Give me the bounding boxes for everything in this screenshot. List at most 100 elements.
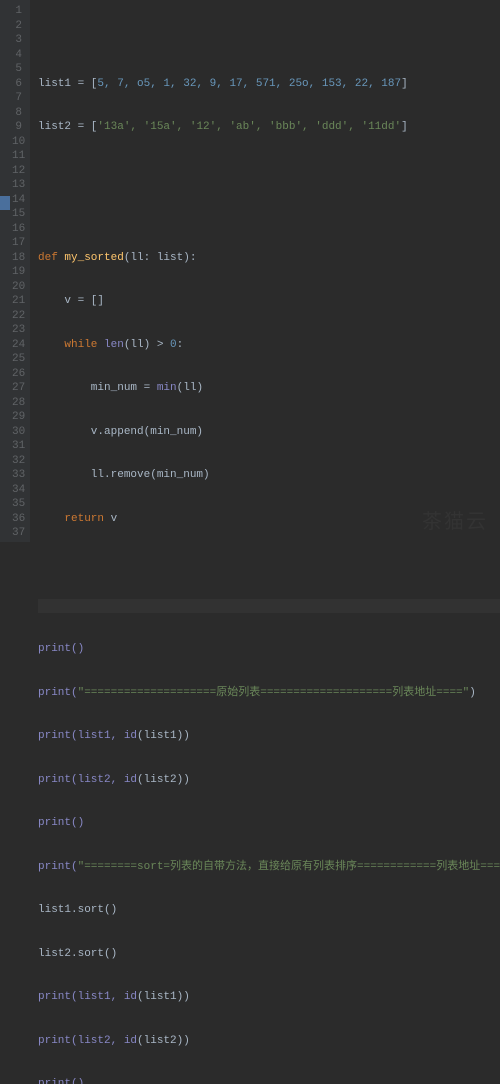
code-line[interactable]: v.append(min_num) [38,425,500,440]
line-number: 33 [12,468,22,483]
line-number: 36 [12,512,22,527]
code-token: def [38,252,64,264]
code-token: id [124,730,137,742]
code-token: list1 = [ [38,78,97,90]
line-number: 9 [12,120,22,135]
code-token: return [38,513,111,525]
code-line[interactable]: print() [38,816,500,831]
code-token: print( [38,687,78,699]
code-token: list1.sort() [38,904,117,916]
code-token: (list2)) [137,774,190,786]
code-token: 0 [170,339,177,351]
code-token: (list1)) [137,730,190,742]
line-number: 24 [12,338,22,353]
line-number: 16 [12,222,22,237]
code-token: min [157,382,177,394]
code-line[interactable]: print(list2, id(list2)) [38,773,500,788]
code-line[interactable] [38,33,500,48]
line-number-gutter: 1 2 3 4 5 6 7 8 9 10 11 12 13 14 15 16 1… [0,0,30,542]
code-token: (ll) [177,382,203,394]
code-line[interactable]: v = [] [38,294,500,309]
code-line[interactable]: list2 = ['13a', '15a', '12', 'ab', 'bbb'… [38,120,500,135]
line-number: 3 [12,33,22,48]
code-token: (list1)) [137,991,190,1003]
line-number: 10 [12,135,22,150]
code-token: v [111,513,118,525]
code-token: print() [38,817,84,829]
code-line[interactable]: print() [38,1077,500,1084]
line-number: 31 [12,439,22,454]
line-number: 35 [12,497,22,512]
code-line[interactable]: while len(ll) > 0: [38,338,500,353]
code-line[interactable]: print() [38,642,500,657]
code-token: print( [38,861,78,873]
code-token: v.append(min_num) [38,426,203,438]
code-token: (ll: list): [124,252,197,264]
line-number: 21 [12,294,22,309]
code-token: print() [38,1078,84,1084]
code-token: "========sort=列表的自带方法，直接给原有列表排序=========… [78,861,500,873]
code-line[interactable]: list2.sort() [38,947,500,962]
line-number: 23 [12,323,22,338]
line-number: 15 [12,207,22,222]
breakpoint-strip[interactable] [0,196,10,210]
line-number: 17 [12,236,22,251]
code-line[interactable]: print("====================原始列表=========… [38,686,500,701]
code-token: ] [401,78,408,90]
code-line[interactable] [38,599,500,614]
code-line[interactable]: list1 = [5, 7, o5, 1, 32, 9, 17, 571, 25… [38,77,500,92]
line-number: 11 [12,149,22,164]
code-token: len [104,339,124,351]
code-token: ll.remove(min_num) [38,469,210,481]
line-number: 19 [12,265,22,280]
code-token: '13a', '15a', '12', 'ab', 'bbb', 'ddd', … [97,121,401,133]
line-number: 34 [12,483,22,498]
code-token: print(list1, [38,730,124,742]
code-line[interactable] [38,164,500,179]
code-line[interactable]: ll.remove(min_num) [38,468,500,483]
code-line[interactable]: print(list1, id(list1)) [38,729,500,744]
line-number: 37 [12,526,22,541]
line-number: 4 [12,48,22,63]
line-number: 32 [12,454,22,469]
code-line[interactable]: print(list1, id(list1)) [38,990,500,1005]
line-number: 28 [12,396,22,411]
code-token: print() [38,643,84,655]
code-line[interactable]: print("========sort=列表的自带方法，直接给原有列表排序===… [38,860,500,875]
code-token: : [177,339,184,351]
line-number: 30 [12,425,22,440]
code-token: id [124,1035,137,1047]
line-number: 1 [12,4,22,19]
line-number: 7 [12,91,22,106]
code-token: (ll) > [124,339,170,351]
code-line[interactable]: def my_sorted(ll: list): [38,251,500,266]
code-token: list2 = [ [38,121,97,133]
code-line[interactable]: list1.sort() [38,903,500,918]
code-token: id [124,991,137,1003]
line-number: 8 [12,106,22,121]
code-line[interactable]: print(list2, id(list2)) [38,1034,500,1049]
code-token: 5, 7, o5, 1, 32, 9, 17, 571, 25o, 153, 2… [97,78,401,90]
code-editor[interactable]: 1 2 3 4 5 6 7 8 9 10 11 12 13 14 15 16 1… [0,0,500,542]
code-token: while [38,339,104,351]
code-token: ] [401,121,408,133]
line-number: 22 [12,309,22,324]
code-line[interactable] [38,555,500,570]
code-token: min_num = [38,382,157,394]
line-number: 18 [12,251,22,266]
code-token: print(list2, [38,774,124,786]
code-token: print(list2, [38,1035,124,1047]
code-line[interactable] [38,207,500,222]
code-token: my_sorted [64,252,123,264]
code-line[interactable]: min_num = min(ll) [38,381,500,396]
line-number: 5 [12,62,22,77]
code-area[interactable]: list1 = [5, 7, o5, 1, 32, 9, 17, 571, 25… [30,0,500,542]
code-token: (list2)) [137,1035,190,1047]
code-token: id [124,774,137,786]
code-token: list2.sort() [38,948,117,960]
code-line[interactable]: return v [38,512,500,527]
line-number: 20 [12,280,22,295]
line-number: 26 [12,367,22,382]
line-number: 13 [12,178,22,193]
line-number: 2 [12,19,22,34]
